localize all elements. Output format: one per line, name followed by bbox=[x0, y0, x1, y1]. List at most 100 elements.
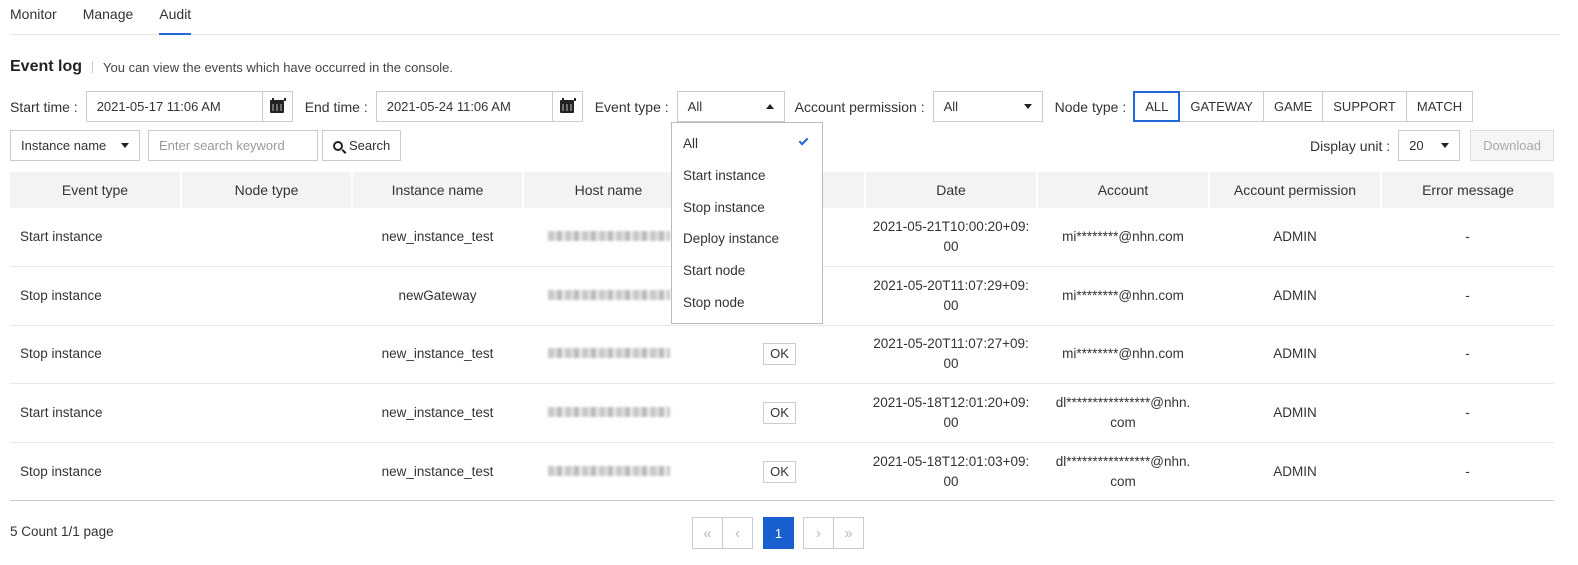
column-header[interactable]: Date bbox=[865, 172, 1038, 208]
cell-event-type: Stop instance bbox=[10, 266, 181, 326]
account-line: dl****************@nhn. bbox=[1055, 453, 1191, 469]
cell-event-type: Start instance bbox=[10, 383, 181, 443]
cell-date: 2021-05-21T10:00:20+09: 00 bbox=[865, 208, 1037, 268]
download-button[interactable]: Download bbox=[1470, 130, 1554, 161]
table-row[interactable]: Stop instance new_instance_test OK 2021-… bbox=[10, 325, 1554, 385]
page-header: Event log You can view the events which … bbox=[10, 56, 453, 78]
display-unit-value: 20 bbox=[1409, 138, 1424, 153]
start-time-calendar-button[interactable] bbox=[261, 92, 292, 121]
date-line: 2021-05-18T12:01:20+09: bbox=[872, 395, 1030, 411]
prev-page-button[interactable]: ‹ bbox=[722, 517, 753, 549]
dropdown-option-start-node[interactable]: Start node bbox=[672, 255, 822, 287]
cell-permission: ADMIN bbox=[1209, 266, 1381, 326]
node-type-match-button[interactable]: MATCH bbox=[1405, 91, 1474, 122]
end-time-picker[interactable]: 2021-05-24 11:06 AM bbox=[375, 91, 583, 122]
date-line: 00 bbox=[943, 415, 959, 431]
column-header[interactable]: Account bbox=[1037, 172, 1210, 208]
display-controls: Display unit : 20 Download bbox=[1310, 130, 1554, 161]
account-line: dl****************@nhn. bbox=[1055, 395, 1191, 411]
tab-monitor[interactable]: Monitor bbox=[10, 0, 57, 35]
cell-logs: OK bbox=[694, 442, 865, 502]
end-time-input[interactable]: 2021-05-24 11:06 AM bbox=[377, 92, 552, 121]
cell-account: dl****************@nhn. com bbox=[1037, 442, 1209, 502]
column-header[interactable]: Error message bbox=[1381, 172, 1554, 208]
cell-host-name bbox=[523, 266, 694, 326]
search-button-label: Search bbox=[349, 138, 391, 153]
dropdown-option-stop-instance[interactable]: Stop instance bbox=[672, 192, 822, 224]
last-page-button[interactable]: » bbox=[833, 517, 864, 549]
cell-event-type: Start instance bbox=[10, 208, 181, 268]
logs-ok-button[interactable]: OK bbox=[763, 343, 796, 366]
account-permission-select[interactable]: All bbox=[932, 91, 1043, 122]
chevron-down-icon bbox=[1023, 104, 1032, 109]
cell-permission: ADMIN bbox=[1209, 325, 1381, 385]
pagination: « ‹ 1 › » bbox=[692, 517, 864, 549]
cell-event-type: Stop instance bbox=[10, 325, 181, 385]
dropdown-option-start-instance[interactable]: Start instance bbox=[672, 160, 822, 192]
cell-node-type bbox=[181, 325, 352, 385]
display-unit-label: Display unit : bbox=[1310, 137, 1391, 154]
cell-instance-name: new_instance_test bbox=[352, 325, 523, 385]
next-page-button[interactable]: › bbox=[803, 517, 834, 549]
cell-node-type bbox=[181, 383, 352, 443]
page-description: You can view the events which have occur… bbox=[103, 59, 454, 75]
chevron-down-icon bbox=[1441, 143, 1450, 148]
column-header[interactable]: Account permission bbox=[1209, 172, 1382, 208]
cell-event-type: Stop instance bbox=[10, 442, 181, 502]
display-unit-select[interactable]: 20 bbox=[1398, 130, 1461, 161]
event-type-select[interactable]: All bbox=[676, 91, 785, 122]
node-type-support-button[interactable]: SUPPORT bbox=[1322, 91, 1407, 122]
start-time-label: Start time : bbox=[10, 98, 78, 115]
column-header[interactable]: Host name bbox=[523, 172, 695, 208]
blurred-host-name bbox=[547, 407, 670, 418]
node-type-gateway-button[interactable]: GATEWAY bbox=[1179, 91, 1264, 122]
page-button-current[interactable]: 1 bbox=[763, 517, 794, 549]
account-permission-label: Account permission : bbox=[794, 98, 925, 115]
start-time-picker[interactable]: 2021-05-17 11:06 AM bbox=[85, 91, 293, 122]
cell-logs: OK bbox=[694, 383, 865, 443]
node-type-all-button[interactable]: ALL bbox=[1133, 91, 1181, 122]
table-row[interactable]: Stop instance new_instance_test OK 2021-… bbox=[10, 442, 1554, 502]
search-icon bbox=[333, 140, 343, 151]
cell-date: 2021-05-18T12:01:03+09: 00 bbox=[865, 442, 1037, 502]
dropdown-option-all[interactable]: All bbox=[672, 128, 822, 160]
cell-node-type bbox=[181, 442, 352, 502]
dropdown-option-deploy-instance[interactable]: Deploy instance bbox=[672, 223, 822, 255]
account-permission-value: All bbox=[943, 99, 959, 114]
search-row: Instance name Enter search keyword Searc… bbox=[10, 130, 402, 161]
cell-error: - bbox=[1381, 208, 1554, 268]
tab-manage[interactable]: Manage bbox=[83, 0, 134, 35]
column-header[interactable]: Node type bbox=[181, 172, 353, 208]
cell-date: 2021-05-20T11:07:29+09: 00 bbox=[865, 266, 1037, 326]
account-line: com bbox=[1110, 473, 1136, 489]
chevron-down-icon bbox=[121, 143, 129, 148]
search-field-value: Instance name bbox=[21, 138, 107, 153]
page-title: Event log bbox=[10, 58, 83, 75]
blurred-host-name bbox=[547, 348, 670, 359]
date-line: 2021-05-20T11:07:27+09: bbox=[873, 336, 1029, 352]
cell-logs: OK bbox=[694, 325, 865, 385]
dropdown-option-stop-node[interactable]: Stop node bbox=[672, 287, 822, 319]
table-row[interactable]: Start instance new_instance_test OK 2021… bbox=[10, 383, 1554, 443]
end-time-label: End time : bbox=[304, 98, 368, 115]
first-page-button[interactable]: « bbox=[692, 517, 723, 549]
cell-error: - bbox=[1381, 266, 1554, 326]
search-field-select[interactable]: Instance name bbox=[10, 130, 140, 161]
filter-row: Start time : 2021-05-17 11:06 AM End tim… bbox=[10, 91, 1474, 122]
date-line: 00 bbox=[943, 356, 959, 372]
end-time-calendar-button[interactable] bbox=[551, 92, 582, 121]
cell-permission: ADMIN bbox=[1209, 208, 1381, 268]
cell-host-name bbox=[523, 208, 694, 268]
cell-account: mi********@nhn.com bbox=[1037, 208, 1209, 268]
logs-ok-button[interactable]: OK bbox=[763, 402, 796, 425]
column-header[interactable]: Event type bbox=[10, 172, 182, 208]
start-time-input[interactable]: 2021-05-17 11:06 AM bbox=[87, 92, 262, 121]
node-type-game-button[interactable]: GAME bbox=[1262, 91, 1324, 122]
search-button[interactable]: Search bbox=[322, 130, 402, 161]
search-input[interactable]: Enter search keyword bbox=[148, 130, 318, 161]
tab-audit[interactable]: Audit bbox=[159, 0, 192, 35]
column-header[interactable]: Instance name bbox=[352, 172, 524, 208]
logs-ok-button[interactable]: OK bbox=[763, 460, 796, 483]
cell-error: - bbox=[1381, 383, 1554, 443]
cell-date: 2021-05-18T12:01:20+09: 00 bbox=[865, 383, 1037, 443]
